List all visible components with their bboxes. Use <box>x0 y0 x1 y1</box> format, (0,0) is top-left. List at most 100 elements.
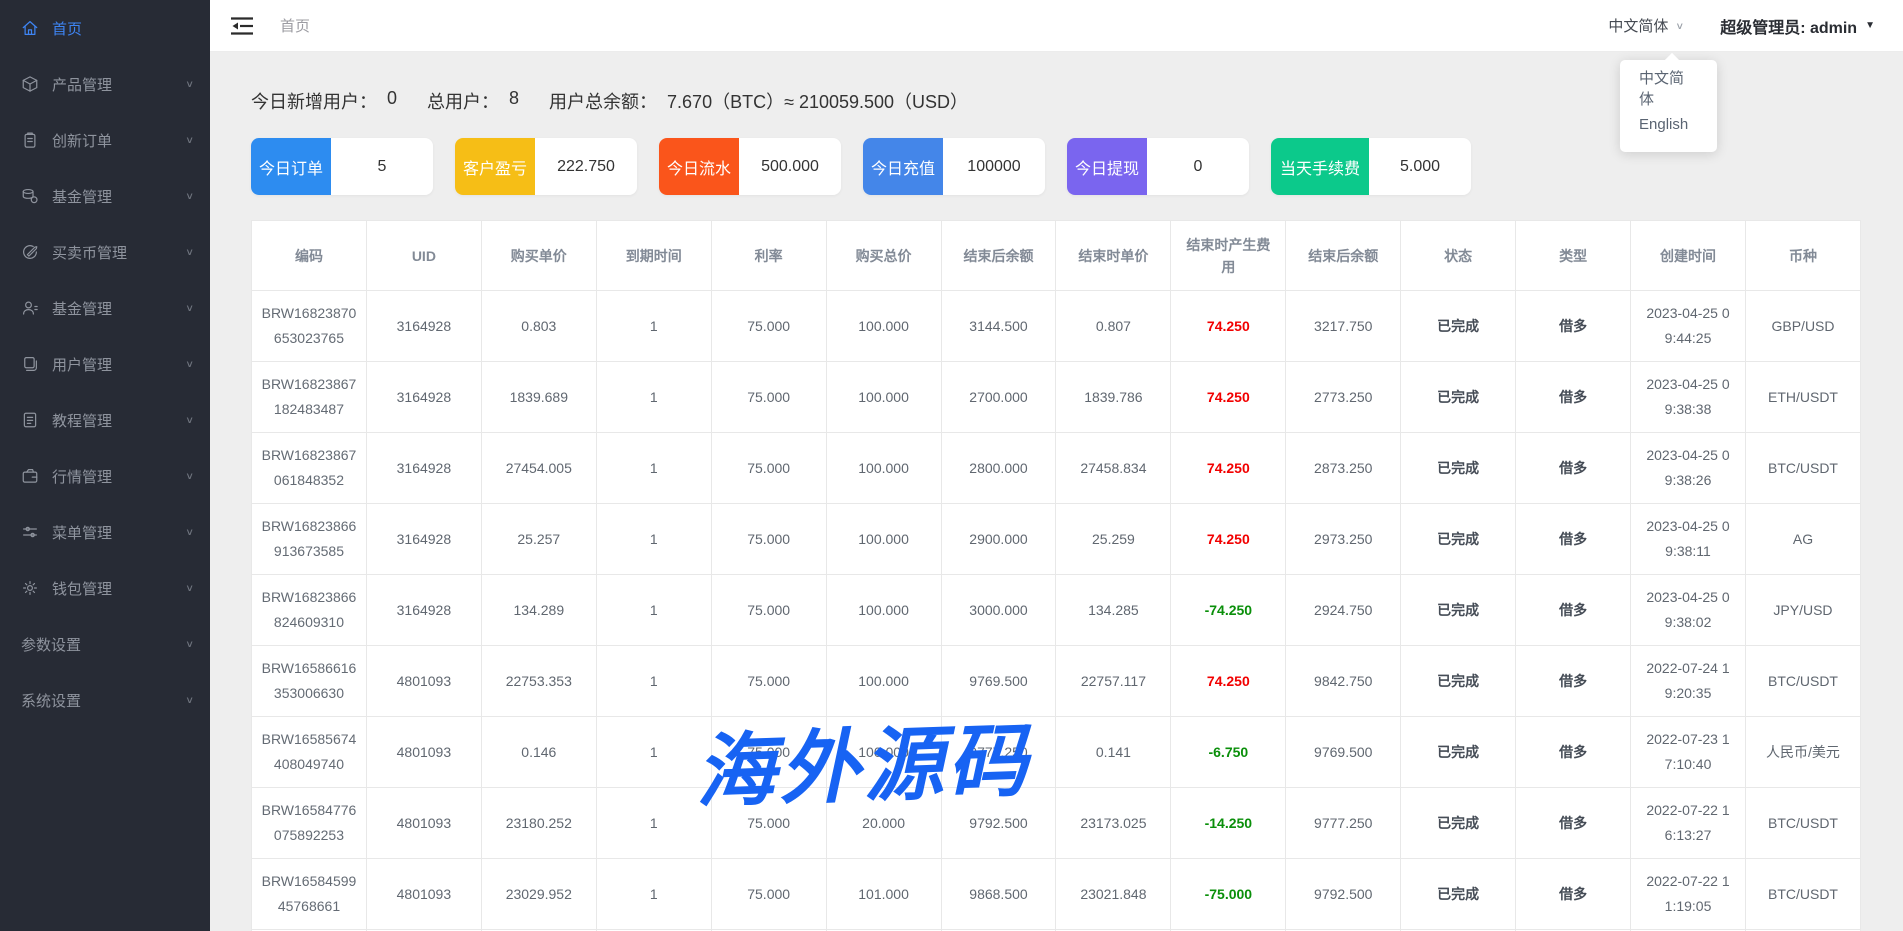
table-cell: 2924.750 <box>1286 575 1401 646</box>
stat-card-label: 今日订单 <box>251 138 331 195</box>
table-row: BRW16584776075892253480109323180.252175.… <box>252 788 1861 859</box>
table-cell: 27454.005 <box>481 433 596 504</box>
language-selector-label: 中文简体 <box>1608 15 1668 36</box>
table-cell: 借多 <box>1516 362 1631 433</box>
stat-card: 客户盈亏 222.750 <box>455 138 637 195</box>
sidebar-item-label: 系统设置 <box>21 690 185 711</box>
column-header: 创建时间 <box>1631 221 1746 291</box>
language-option[interactable]: English <box>1620 106 1717 142</box>
stat-card-value: 0 <box>1147 138 1249 195</box>
table-row: BRW1658459945768661480109323029.952175.0… <box>252 859 1861 930</box>
table-cell: 2023-04-25 09:38:11 <box>1631 504 1746 575</box>
stat-card: 今日流水 500.000 <box>659 138 841 195</box>
column-header: 结束后余额 <box>1286 221 1401 291</box>
stat-card-value: 5 <box>331 138 433 195</box>
sidebar-item-gear[interactable]: 钱包管理 ∨ <box>0 560 210 616</box>
table-cell: 23180.252 <box>481 788 596 859</box>
table-cell: BTC/USDT <box>1745 859 1860 930</box>
table-cell: 借多 <box>1516 859 1631 930</box>
document-icon <box>21 411 39 429</box>
table-cell: 75.000 <box>711 504 826 575</box>
table-cell: 9769.500 <box>1286 717 1401 788</box>
table-cell: 已完成 <box>1401 859 1516 930</box>
sidebar-item-coins[interactable]: 基金管理 ∨ <box>0 168 210 224</box>
table-cell: 3144.500 <box>941 291 1056 362</box>
table-cell: 75.000 <box>711 646 826 717</box>
table-cell: 借多 <box>1516 646 1631 717</box>
table-cell: 23029.952 <box>481 859 596 930</box>
table-cell: 1 <box>596 433 711 504</box>
sliders-icon <box>21 523 39 541</box>
table-row: BRW168238668246093103164928134.289175.00… <box>252 575 1861 646</box>
admin-menu[interactable]: 超级管理员: admin ▼ <box>1720 14 1875 38</box>
chevron-down-icon: ∨ <box>185 358 194 369</box>
table-cell: 2023-04-25 09:38:38 <box>1631 362 1746 433</box>
sidebar-item-sliders[interactable]: 菜单管理 ∨ <box>0 504 210 560</box>
stat-card-value: 500.000 <box>739 138 841 195</box>
table-cell: 101.000 <box>826 859 941 930</box>
chevron-down-icon: ∨ <box>185 190 194 201</box>
table-cell: ETH/USDT <box>1745 362 1860 433</box>
table-cell: 22757.117 <box>1056 646 1171 717</box>
table-cell: BRW16823866913673585 <box>252 504 367 575</box>
table-cell: 1839.786 <box>1056 362 1171 433</box>
sidebar-item-label: 参数设置 <box>21 634 185 655</box>
sidebar-item-参数设置[interactable]: 参数设置 ∨ <box>0 616 210 672</box>
table-cell: 1 <box>596 788 711 859</box>
column-header: 类型 <box>1516 221 1631 291</box>
table-cell: 0.141 <box>1056 717 1171 788</box>
language-selector[interactable]: 中文简体 ∨ <box>1608 15 1684 36</box>
collapse-menu-icon[interactable] <box>230 16 254 36</box>
stat-card-label: 客户盈亏 <box>455 138 535 195</box>
sidebar-item-label: 基金管理 <box>52 298 185 319</box>
sidebar-item-系统设置[interactable]: 系统设置 ∨ <box>0 672 210 728</box>
table-cell: 3164928 <box>366 433 481 504</box>
table-cell: BRW16823867182483487 <box>252 362 367 433</box>
language-option[interactable]: 中文简体 <box>1620 70 1717 106</box>
table-cell: 134.289 <box>481 575 596 646</box>
table-cell: 74.250 <box>1171 433 1286 504</box>
table-cell: 3217.750 <box>1286 291 1401 362</box>
sidebar-item-clipboard[interactable]: 创新订单 ∨ <box>0 112 210 168</box>
table-cell: 1 <box>596 291 711 362</box>
table-cell: 1839.689 <box>481 362 596 433</box>
sidebar-item-user[interactable]: 基金管理 ∨ <box>0 280 210 336</box>
table-cell: 100.000 <box>826 575 941 646</box>
table-cell: 2700.000 <box>941 362 1056 433</box>
stat-value: 0 <box>387 88 397 114</box>
column-header: UID <box>366 221 481 291</box>
table-cell: 借多 <box>1516 788 1631 859</box>
main-content: 今日新增用户： 0 总用户： 8 用户总余额： 7.670（BTC）≈ 2100… <box>210 52 1903 931</box>
trade-icon <box>21 243 39 261</box>
table-cell: 75.000 <box>711 362 826 433</box>
table-row: BRW1682387065302376531649280.803175.0001… <box>252 291 1861 362</box>
topbar: 首页 中文简体 ∨ 超级管理员: admin ▼ <box>210 0 1903 52</box>
sidebar-item-trade[interactable]: 买卖币管理 ∨ <box>0 224 210 280</box>
chevron-down-icon: ∨ <box>185 526 194 537</box>
table-row: BRW16823866913673585316492825.257175.000… <box>252 504 1861 575</box>
table-cell: 已完成 <box>1401 433 1516 504</box>
table-cell: 75.000 <box>711 859 826 930</box>
sidebar-item-cube[interactable]: 产品管理 ∨ <box>0 56 210 112</box>
sidebar-item-document[interactable]: 教程管理 ∨ <box>0 392 210 448</box>
table-cell: 25.257 <box>481 504 596 575</box>
table-cell: 人民币/美元 <box>1745 717 1860 788</box>
sidebar-item-pages[interactable]: 用户管理 ∨ <box>0 336 210 392</box>
sidebar-item-home[interactable]: 首页 <box>0 0 210 56</box>
chevron-down-icon: ∨ <box>185 470 194 481</box>
column-header: 结束时单价 <box>1056 221 1171 291</box>
table-cell: 25.259 <box>1056 504 1171 575</box>
table-cell: 23173.025 <box>1056 788 1171 859</box>
column-header: 结束时产生费用 <box>1171 221 1286 291</box>
chevron-down-icon: ∨ <box>185 638 194 649</box>
table-cell: 27458.834 <box>1056 433 1171 504</box>
table-cell: 74.250 <box>1171 646 1286 717</box>
table-cell: BTC/USDT <box>1745 788 1860 859</box>
sidebar-item-wallet[interactable]: 行情管理 ∨ <box>0 448 210 504</box>
table-cell: 2022-07-23 17:10:40 <box>1631 717 1746 788</box>
chevron-down-icon: ∨ <box>1675 20 1684 31</box>
table-cell: 9868.500 <box>941 859 1056 930</box>
table-row: BRW16586616353006630480109322753.353175.… <box>252 646 1861 717</box>
chevron-down-icon: ∨ <box>185 302 194 313</box>
table-cell: 74.250 <box>1171 291 1286 362</box>
